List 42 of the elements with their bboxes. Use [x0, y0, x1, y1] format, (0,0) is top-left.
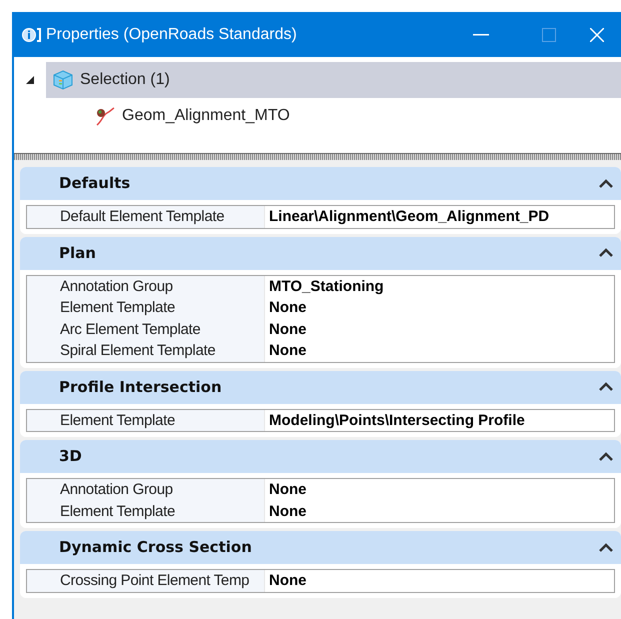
section-title: Defaults	[59, 173, 130, 194]
section-title: Dynamic Cross Section	[59, 537, 252, 558]
section-header[interactable]: Plan	[20, 236, 621, 270]
tree-item[interactable]: Selection (1)	[46, 62, 621, 98]
section-header[interactable]: Profile Intersection	[20, 370, 621, 404]
collapse-chevron-icon[interactable]	[599, 452, 613, 462]
property-label: Arc Element Template	[27, 318, 264, 340]
alignment-icon	[94, 105, 116, 127]
section-title: Profile Intersection	[59, 376, 222, 398]
section-title: 3D	[59, 446, 82, 468]
section-title: Plan	[59, 242, 96, 264]
cube-icon	[52, 69, 74, 91]
property-value[interactable]: Modeling\Points\Intersecting Profile	[264, 410, 614, 431]
window-title: Properties (OpenRoads Standards)	[46, 24, 297, 44]
property-value[interactable]: None	[264, 570, 614, 592]
collapse-chevron-icon[interactable]	[599, 248, 613, 258]
close-icon	[590, 28, 604, 42]
property-label: Annotation Group	[27, 479, 264, 500]
collapse-chevron-icon[interactable]	[599, 382, 613, 392]
property-value[interactable]: None	[264, 500, 614, 522]
collapse-chevron-icon[interactable]	[599, 178, 613, 188]
section-header[interactable]: Dynamic Cross Section	[20, 531, 621, 564]
property-value[interactable]: None	[264, 479, 614, 500]
property-value[interactable]: Linear\Alignment\Geom_Alignment_PD	[264, 206, 614, 228]
section-header[interactable]: Defaults	[20, 167, 621, 200]
properties-icon	[22, 26, 42, 42]
property-label: Spiral Element Template	[27, 340, 264, 362]
property-value[interactable]: MTO_Stationing	[264, 276, 614, 297]
expand-toggle[interactable]	[24, 74, 36, 86]
property-value[interactable]: None	[264, 340, 614, 362]
section-header[interactable]: 3D	[20, 440, 621, 473]
property-label: Default Element Template	[27, 206, 264, 228]
property-label: Crossing Point Element Temp	[27, 570, 264, 592]
property-value[interactable]: None	[264, 297, 614, 318]
property-label: Element Template	[27, 297, 264, 318]
minimize-icon	[473, 34, 489, 36]
property-value[interactable]: None	[264, 318, 614, 340]
collapse-chevron-icon[interactable]	[599, 542, 613, 552]
property-label: Annotation Group	[27, 276, 264, 297]
maximize-icon	[542, 28, 556, 42]
property-label: Element Template	[27, 410, 264, 431]
property-label: Element Template	[27, 500, 264, 522]
